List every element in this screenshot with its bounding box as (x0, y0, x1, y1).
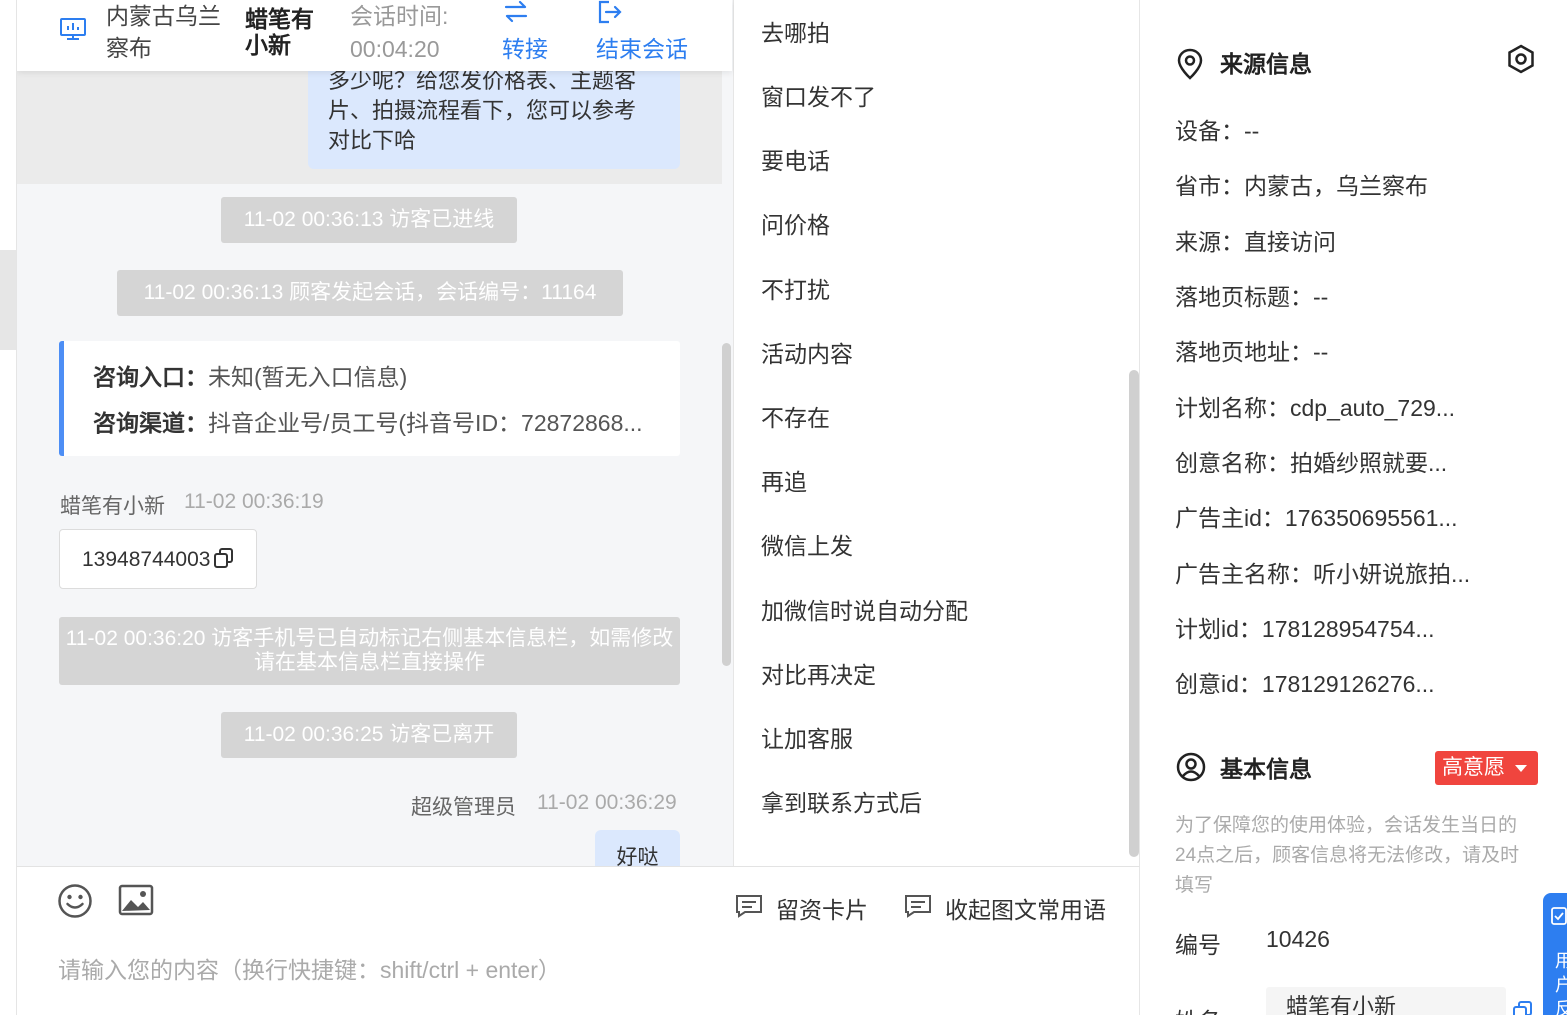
transfer-button[interactable]: 转接 (502, 33, 548, 65)
session-time-label: 会话时间: (350, 3, 449, 29)
entry-value: 未知(暂无入口信息) (208, 364, 408, 390)
session-header: 内蒙古乌兰察布 蜡笔有小新 会话时间: 00:04:20 转接 结束会话 (17, 0, 732, 71)
id-value: 10426 (1266, 926, 1330, 952)
session-time-value: 00:04:20 (350, 36, 440, 62)
emoji-icon[interactable] (57, 883, 93, 919)
intent-level-label: 高意愿 (1442, 756, 1505, 779)
caret-down-icon (1515, 765, 1527, 772)
phrase-item[interactable]: 微信上发 (761, 527, 853, 561)
source-row: 计划名称：cdp_auto_729... (1175, 395, 1455, 421)
source-row: 落地页标题：-- (1175, 284, 1329, 310)
phrase-item[interactable]: 不打扰 (761, 271, 830, 305)
channel-value: 抖音企业号/员工号(抖音号ID：72872868... (208, 410, 643, 436)
visitor-info-panel: 来源信息 设备：-- 省市：内蒙古，乌兰察布 来源：直接访问 落地页标题：-- … (1140, 0, 1567, 1015)
phrases-icon[interactable] (904, 894, 932, 918)
phrase-item[interactable]: 让加客服 (761, 720, 853, 754)
system-message: 11-02 00:36:13 访客已进线 (221, 197, 517, 243)
phrase-item[interactable]: 问价格 (761, 206, 830, 240)
phrase-item[interactable]: 活动内容 (761, 335, 853, 369)
phrase-item[interactable]: 要电话 (761, 142, 830, 176)
entry-info-card: 咨询入口：未知(暂无入口信息) 咨询渠道：抖音企业号/员工号(抖音号ID：728… (59, 341, 680, 456)
source-row: 计划id：178128954754... (1175, 616, 1435, 642)
source-row: 设备：-- (1175, 118, 1260, 144)
copy-icon[interactable] (1512, 1000, 1534, 1015)
source-row: 省市：内蒙古，乌兰察布 (1175, 173, 1428, 199)
chat-messages[interactable]: 多少呢？给您发价格表、主题客 片、拍摄流程看下，您可以参考 对比下哈 11-02… (17, 0, 732, 870)
phrase-item[interactable]: 不存在 (761, 399, 830, 433)
phrase-item[interactable]: 拿到联系方式后 (761, 784, 922, 818)
feedback-floating-tab[interactable]: 用户反馈 (1543, 893, 1567, 1015)
exit-icon[interactable] (597, 0, 623, 24)
monitor-icon (60, 18, 86, 40)
message-input[interactable]: 请输入您的内容（换行快捷键：shift/ctrl + enter） (58, 951, 561, 985)
name-label: 姓名 (1175, 1002, 1221, 1015)
message-input-area: 留资卡片 收起图文常用语 请输入您的内容（换行快捷键：shift/ctrl + … (16, 866, 1140, 1015)
source-row: 广告主名称：听小妍说旅拍... (1175, 561, 1471, 587)
location-pin-icon (1177, 48, 1203, 80)
system-message: 11-02 00:36:20 访客手机号已自动标记右侧基本信息栏，如需修改请在基… (59, 617, 680, 685)
system-message: 11-02 00:36:25 访客已离开 (221, 712, 517, 758)
feedback-label: 用户反馈 (1555, 951, 1567, 1015)
channel-label: 咨询渠道： (93, 410, 208, 436)
left-edge-stub (0, 250, 16, 350)
phrases-scrollbar[interactable] (1129, 370, 1139, 857)
entry-row: 咨询入口：未知(暂无入口信息) (93, 357, 680, 403)
end-session-button[interactable]: 结束会话 (596, 33, 688, 65)
phrase-item[interactable]: 再追 (761, 463, 807, 497)
phrase-item[interactable]: 去哪拍 (761, 14, 830, 48)
source-row: 创意id：178129126276... (1175, 671, 1435, 697)
copy-icon[interactable] (213, 547, 235, 569)
chat-scrollbar[interactable] (722, 343, 731, 666)
entry-label: 咨询入口： (93, 364, 208, 390)
basic-info-title: 基本信息 (1220, 756, 1312, 782)
admin-name: 超级管理员 (411, 796, 516, 819)
basic-info-note: 为了保障您的使用体验，会话发生当日的24点之后，顾客信息将无法修改，请及时填写 (1175, 815, 1520, 896)
source-row: 来源：直接访问 (1175, 229, 1336, 255)
visitor-name: 蜡笔有小新 (60, 495, 165, 518)
source-row: 广告主id：176350695561... (1175, 505, 1458, 531)
contact-card-button[interactable]: 留资卡片 (776, 891, 868, 925)
source-row: 创意名称：拍婚纱照就要... (1175, 450, 1448, 476)
phone-number: 13948744003 (82, 548, 211, 571)
feedback-icon (1551, 907, 1567, 925)
agent-message-bubble: 多少呢？给您发价格表、主题客 片、拍摄流程看下，您可以参考 对比下哈 (308, 55, 680, 169)
source-row: 落地页地址：-- (1175, 339, 1329, 365)
settings-icon[interactable] (1506, 44, 1536, 74)
phrase-item[interactable]: 窗口发不了 (761, 78, 876, 112)
system-message: 11-02 00:36:13 顾客发起会话，会话编号：11164 (117, 270, 623, 316)
phrase-item[interactable]: 加微信时说自动分配 (761, 592, 968, 626)
channel-row: 咨询渠道：抖音企业号/员工号(抖音号ID：72872868... (93, 403, 680, 449)
visitor-region: 内蒙古乌兰察布 (106, 3, 221, 61)
chat-panel: 多少呢？给您发价格表、主题客 片、拍摄流程看下，您可以参考 对比下哈 11-02… (16, 0, 734, 1015)
visitor-name-header: 蜡笔有小新 (245, 6, 314, 58)
intent-level-dropdown[interactable]: 高意愿 (1435, 751, 1538, 785)
contact-card-icon[interactable] (735, 894, 763, 918)
admin-message-bubble: 好哒 (595, 830, 680, 870)
user-circle-icon (1176, 752, 1206, 782)
admin-message-time: 11-02 00:36:29 (537, 791, 677, 814)
transfer-icon[interactable] (503, 0, 529, 24)
id-label: 编号 (1175, 932, 1221, 958)
image-icon[interactable] (118, 884, 154, 916)
quick-phrases-panel: 去哪拍 窗口发不了 要电话 问价格 不打扰 活动内容 不存在 再追 微信上发 加… (733, 0, 1140, 866)
collapse-phrases-button[interactable]: 收起图文常用语 (945, 891, 1106, 925)
phrase-item[interactable]: 对比再决定 (761, 656, 876, 690)
source-info-title: 来源信息 (1220, 51, 1312, 77)
name-input[interactable]: 蜡笔有小新 (1266, 987, 1506, 1015)
visitor-message-time: 11-02 00:36:19 (184, 490, 324, 513)
